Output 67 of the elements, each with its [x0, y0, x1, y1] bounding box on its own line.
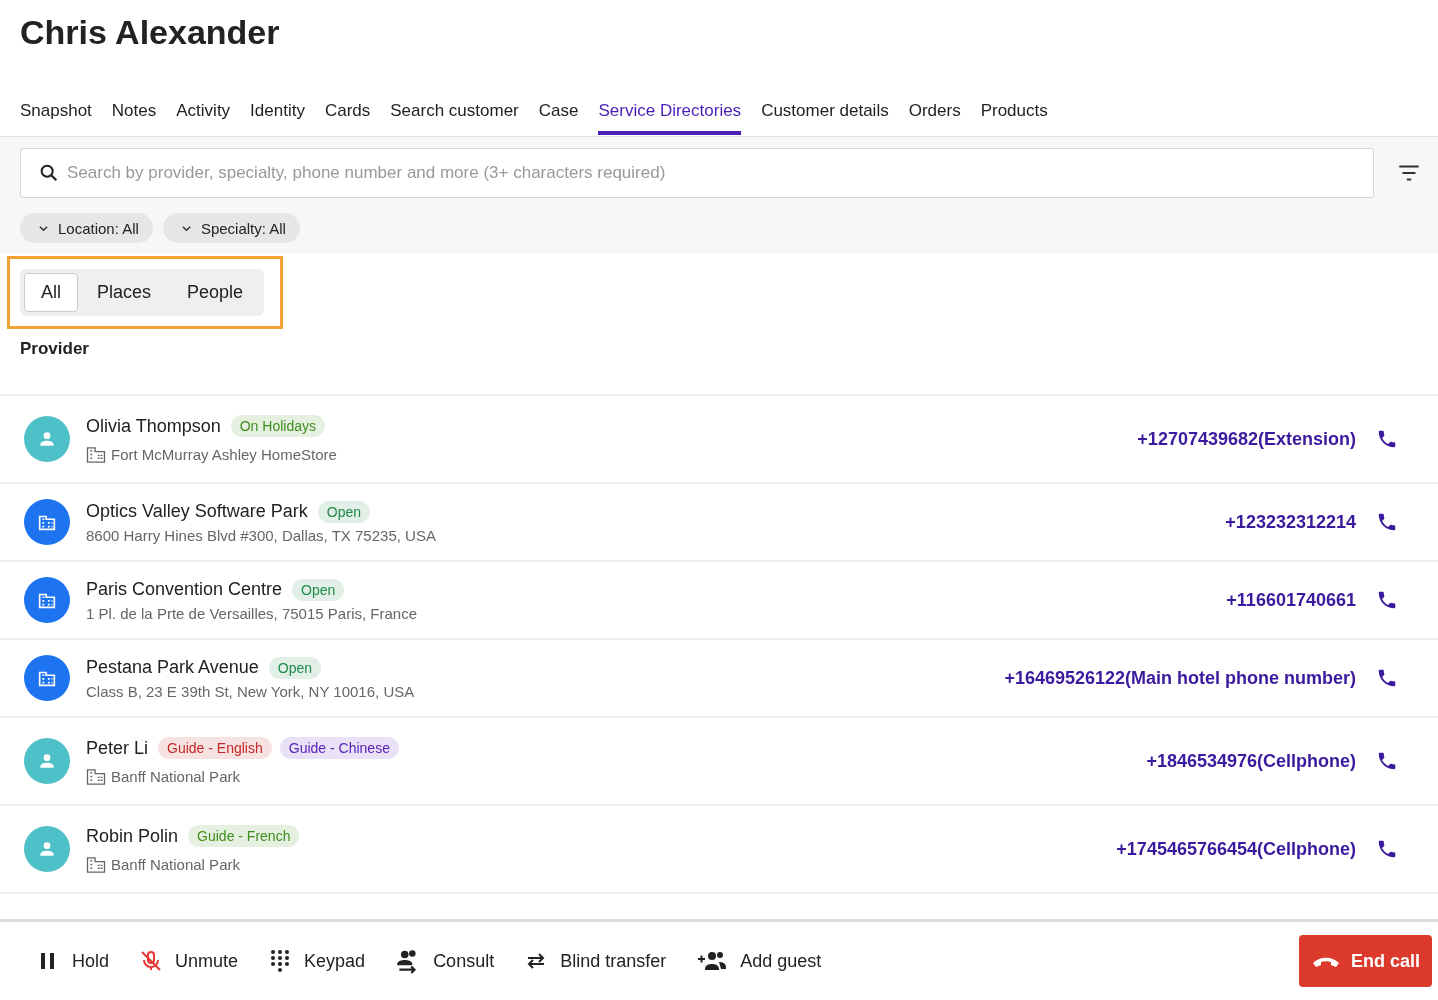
filter-dropdown[interactable]: Specialty: All — [162, 213, 300, 243]
status-tag: Guide - English — [158, 737, 272, 759]
tab[interactable]: Orders — [908, 94, 961, 135]
call-action-button[interactable]: Keypad — [268, 948, 366, 974]
tab[interactable]: Cards — [324, 94, 371, 135]
provider-detail: 8600 Harry Hines Blvd #300, Dallas, TX 75235, USA — [86, 526, 436, 544]
provider-detail: Banff National Park — [111, 856, 240, 873]
add-people-icon — [696, 949, 729, 973]
call-action-button[interactable]: Consult — [395, 948, 495, 974]
provider-name[interactable]: Olivia Thompson — [86, 415, 221, 437]
status-tag: Open — [268, 656, 322, 679]
phone-icon[interactable] — [1376, 589, 1398, 611]
phone-icon[interactable] — [1376, 838, 1398, 860]
status-tag: Open — [317, 500, 370, 523]
building-avatar-icon — [24, 655, 70, 701]
call-action-button[interactable]: Blind transfer — [524, 949, 667, 973]
building-avatar-icon — [24, 499, 70, 545]
call-action-button[interactable]: Hold — [36, 949, 110, 973]
tab[interactable]: Search customer — [390, 94, 519, 135]
phone-icon[interactable] — [1376, 667, 1398, 689]
person-avatar-icon — [24, 826, 70, 872]
provider-detail: 1 Pl. de la Prte de Versailles, 75015 Paris, France — [86, 604, 417, 622]
tab[interactable]: Customer details — [761, 94, 889, 135]
provider-detail: Class B, 23 E 39th St, New York, NY 10016, USA — [86, 682, 415, 700]
tab[interactable]: Notes — [111, 94, 157, 135]
tab[interactable]: Case — [538, 94, 579, 135]
phone-link[interactable]: +1745465766454(Cellphone) — [1116, 838, 1356, 860]
person-avatar-icon — [24, 738, 70, 784]
phone-link[interactable]: +12707439682(Extension) — [1137, 428, 1356, 450]
phone-link[interactable]: +1846534976(Cellphone) — [1146, 750, 1356, 772]
status-tag: Guide - Chinese — [279, 737, 399, 759]
phone-link[interactable]: +16469526122(Main hotel phone number) — [1004, 667, 1356, 689]
segment[interactable]: All — [24, 272, 78, 312]
phone-link[interactable]: +123232312214 — [1225, 511, 1356, 533]
segment[interactable]: Places — [80, 272, 169, 312]
tab[interactable]: Snapshot — [20, 94, 92, 135]
phone-icon[interactable] — [1376, 428, 1398, 450]
status-tag: Open — [292, 578, 345, 601]
filter-dropdown[interactable]: Location: All — [20, 213, 153, 243]
provider-name[interactable]: Pestana Park Avenue — [86, 657, 259, 678]
building-icon — [86, 856, 106, 873]
status-tag: Guide - French — [188, 825, 300, 847]
search-icon — [38, 162, 60, 184]
provider-detail: Banff National Park — [111, 768, 240, 785]
provider-name[interactable]: Paris Convention Centre — [86, 579, 283, 600]
tab[interactable]: Activity — [176, 94, 231, 135]
provider-name[interactable]: Robin Polin — [86, 825, 179, 847]
building-icon — [86, 768, 106, 785]
person-avatar-icon — [24, 416, 70, 462]
column-heading: Provider — [19, 338, 90, 360]
building-avatar-icon — [24, 577, 70, 623]
phone-icon[interactable] — [1376, 750, 1398, 772]
provider-name[interactable]: Peter Li — [86, 737, 149, 759]
phone-link[interactable]: +116601740661 — [1226, 589, 1356, 611]
customer-name: Chris Alexander — [20, 12, 281, 53]
tab[interactable]: Identity — [250, 94, 305, 135]
status-tag: On Holidays — [230, 415, 325, 437]
segment[interactable]: People — [170, 272, 261, 312]
end-call-button[interactable]: End call — [1298, 935, 1432, 987]
tab[interactable]: Products — [980, 94, 1048, 135]
phone-icon[interactable] — [1376, 511, 1398, 533]
call-action-button[interactable]: Add guest — [696, 949, 822, 973]
provider-name[interactable]: Optics Valley Software Park — [86, 501, 308, 522]
search-field[interactable]: Search by provider, specialty, phone number and more (3+ characters required) — [20, 148, 1374, 198]
provider-detail: Fort McMurray Ashley HomeStore — [111, 446, 337, 463]
building-icon — [86, 446, 106, 463]
call-action-button[interactable]: Unmute — [139, 949, 239, 973]
